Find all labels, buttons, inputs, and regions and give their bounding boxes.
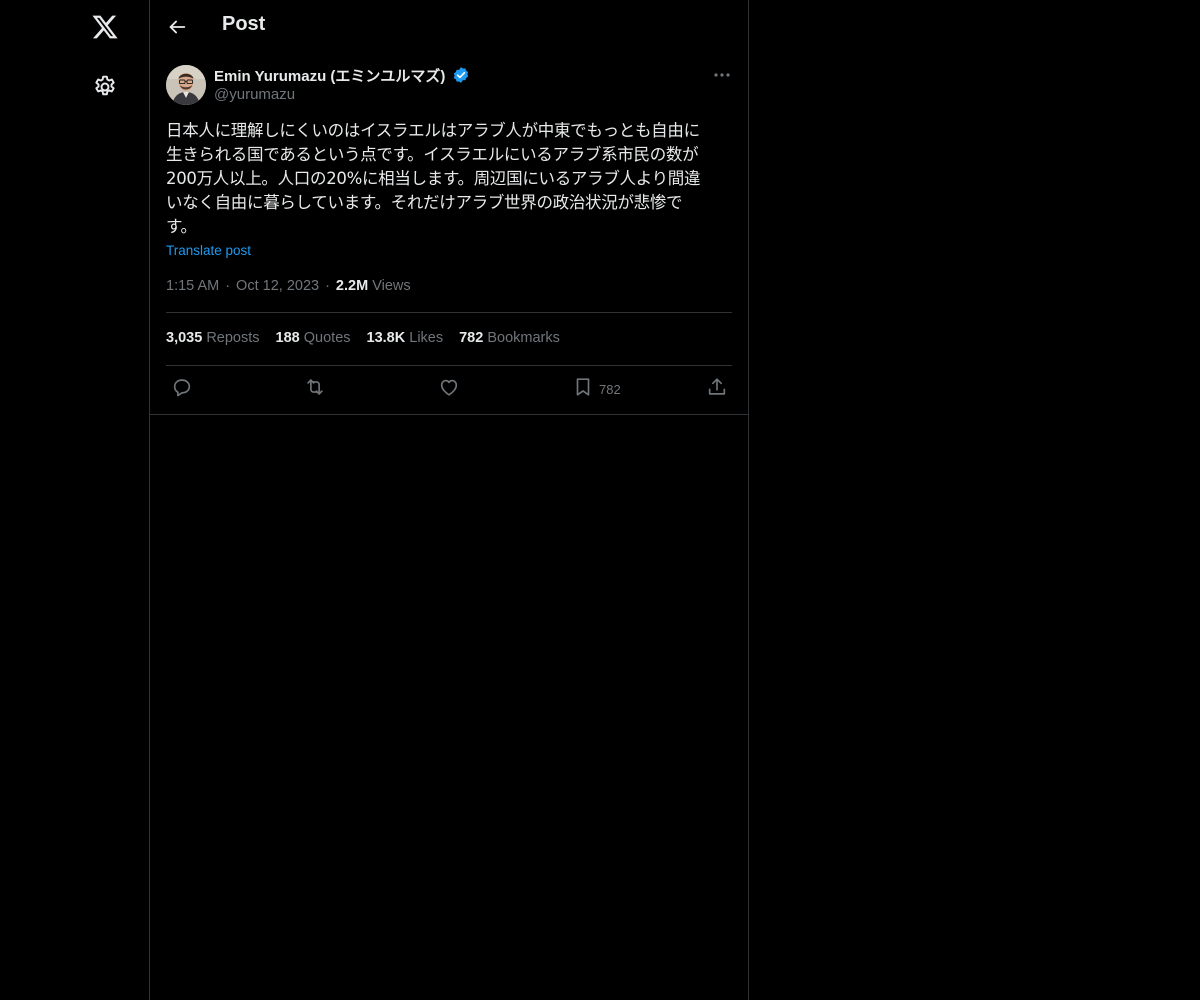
likes-count: 13.8K bbox=[366, 330, 406, 346]
more-horizontal-icon[interactable] bbox=[710, 64, 734, 86]
main-column: Post Emin Yurumazu (エミンユルマズ) @yurumazu 日… bbox=[149, 0, 749, 1000]
views-count: 2.2M bbox=[335, 278, 369, 294]
reposts-stat[interactable]: 3,035 Reposts bbox=[166, 330, 260, 346]
meta-separator: · bbox=[325, 278, 330, 294]
arrow-left-icon[interactable] bbox=[166, 16, 188, 38]
gear-icon[interactable] bbox=[92, 74, 118, 100]
reposts-count: 3,035 bbox=[166, 330, 203, 346]
bookmark-button[interactable]: 782 bbox=[572, 376, 621, 403]
post-stats: 3,035 Reposts 188 Quotes 13.8K Likes 782 Bo… bbox=[166, 330, 576, 346]
repost-button[interactable] bbox=[304, 378, 326, 400]
bookmark-count: 782 bbox=[599, 381, 621, 397]
author-name[interactable]: Emin Yurumazu (エミンユルマズ) bbox=[214, 65, 445, 86]
share-icon bbox=[706, 376, 728, 403]
quotes-stat[interactable]: 188 Quotes bbox=[276, 330, 351, 346]
post-time[interactable]: 1:15 AM bbox=[166, 278, 219, 294]
reply-icon bbox=[171, 376, 193, 403]
like-button[interactable] bbox=[438, 378, 460, 400]
divider bbox=[166, 312, 732, 313]
translate-post-link[interactable]: Translate post bbox=[166, 243, 251, 258]
post-detail: Emin Yurumazu (エミンユルマズ) @yurumazu 日本人に理解… bbox=[150, 54, 748, 415]
avatar[interactable] bbox=[166, 65, 206, 105]
x-logo-icon[interactable] bbox=[90, 13, 120, 41]
quotes-label: Quotes bbox=[303, 330, 351, 346]
verified-badge-icon bbox=[452, 66, 470, 84]
reply-button[interactable] bbox=[171, 378, 193, 400]
action-bar: 782 bbox=[150, 366, 748, 414]
likes-label: Likes bbox=[409, 330, 444, 346]
bookmarks-stat[interactable]: 782 Bookmarks bbox=[459, 330, 560, 346]
page-title: Post bbox=[222, 13, 266, 35]
bookmark-icon bbox=[572, 376, 594, 403]
likes-stat[interactable]: 13.8K Likes bbox=[367, 330, 444, 346]
share-button[interactable] bbox=[706, 376, 728, 403]
repost-icon bbox=[304, 376, 326, 403]
left-sidebar bbox=[0, 0, 149, 1000]
heart-icon bbox=[438, 376, 460, 403]
post-meta: 1:15 AM · Oct 12, 2023 · 2.2M Views bbox=[166, 278, 411, 294]
quotes-count: 188 bbox=[275, 330, 300, 346]
bookmarks-count: 782 bbox=[459, 330, 484, 346]
bookmarks-label: Bookmarks bbox=[487, 330, 560, 346]
views-label: Views bbox=[372, 278, 411, 294]
reposts-label: Reposts bbox=[206, 330, 260, 346]
author-handle[interactable]: @yurumazu bbox=[214, 86, 295, 103]
post-date[interactable]: Oct 12, 2023 bbox=[236, 278, 319, 294]
meta-separator: · bbox=[225, 278, 231, 294]
post-text: 日本人に理解しにくいのはイスラエルはアラブ人が中東でもっとも自由に 生きられる国… bbox=[166, 121, 701, 236]
page-header: Post bbox=[150, 0, 748, 54]
